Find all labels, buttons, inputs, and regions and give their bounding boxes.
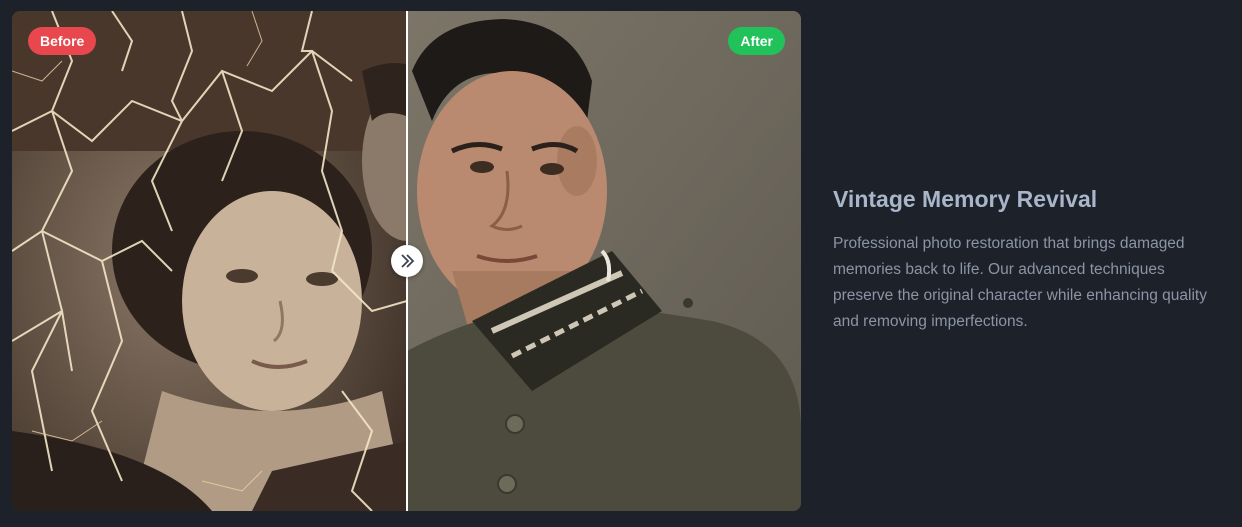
- feature-description: Professional photo restoration that brin…: [833, 235, 1207, 330]
- feature-info: Vintage Memory Revival Professional phot…: [833, 186, 1228, 335]
- after-photo: [407, 11, 801, 511]
- before-photo: [12, 11, 407, 511]
- before-after-comparison[interactable]: Before After: [12, 11, 801, 511]
- chevrons-left-right-icon: [401, 254, 415, 268]
- before-badge: Before: [28, 27, 97, 55]
- after-badge: After: [728, 27, 785, 55]
- page: Before After Vintage Memory Revival Prof…: [0, 0, 1242, 527]
- slider-handle[interactable]: [391, 245, 423, 277]
- feature-title: Vintage Memory Revival: [833, 186, 1098, 212]
